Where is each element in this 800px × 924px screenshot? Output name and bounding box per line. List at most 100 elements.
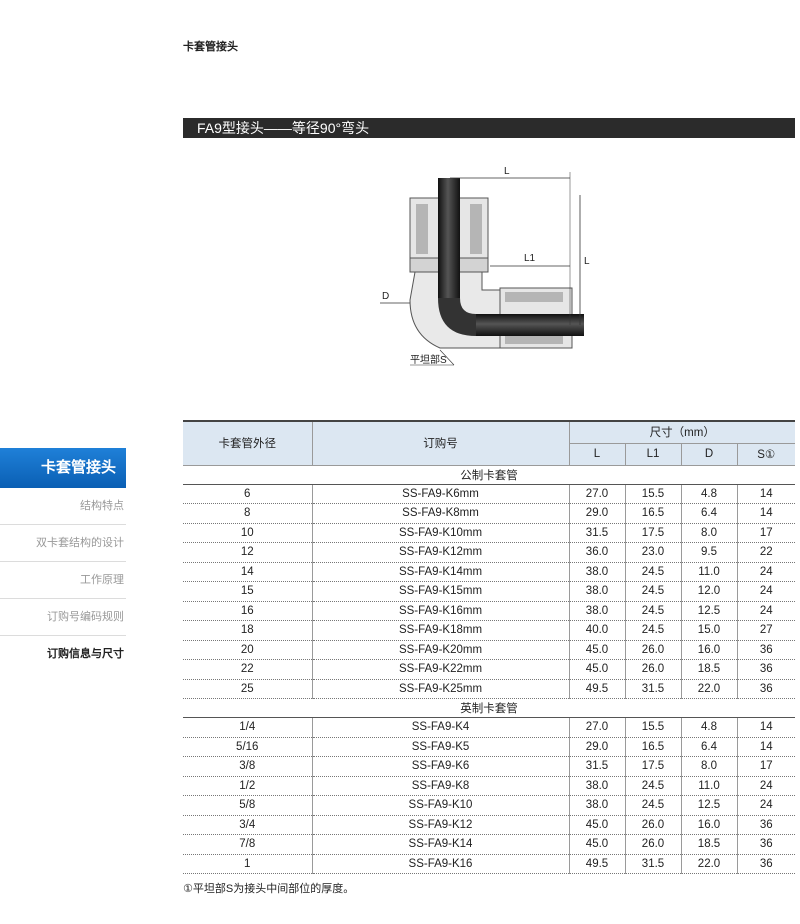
table-cell: 4.8 (680, 484, 737, 504)
table-row: 5/16 SS-FA9-K5 29.0 16.5 6.4 14 (183, 737, 795, 757)
table-cell: 26.0 (624, 659, 681, 680)
table-cell: 45.0 (568, 815, 625, 835)
table-cell: 25 (183, 679, 312, 699)
table-cell: 36 (736, 659, 795, 680)
table-cell: 16.5 (624, 503, 681, 524)
group-header-row: 公制卡套管 (183, 465, 795, 485)
table-cell: SS-FA9-K22mm (311, 659, 569, 680)
table-cell: 11.0 (680, 776, 737, 796)
table-cell: 24 (736, 562, 795, 582)
table-cell: 24 (736, 795, 795, 816)
table-cell: SS-FA9-K16 (311, 854, 569, 874)
header-D: D (680, 442, 738, 466)
table-cell: SS-FA9-K8 (311, 776, 569, 796)
table-cell: SS-FA9-K25mm (311, 679, 569, 699)
header-od: 卡套管外径 (183, 420, 313, 466)
table-cell: 12.0 (680, 581, 737, 602)
table-cell: 24.5 (624, 562, 681, 582)
table-cell: 8 (183, 503, 312, 524)
table-row: 18 SS-FA9-K18mm 40.0 24.5 15.0 27 (183, 620, 795, 641)
table-cell: 11.0 (680, 562, 737, 582)
table-cell: 49.5 (568, 854, 625, 874)
sidebar-item-ordering-info[interactable]: 订购信息与尺寸 (0, 636, 126, 673)
table-cell: 14 (736, 737, 795, 757)
table-row: 22 SS-FA9-K22mm 45.0 26.0 18.5 36 (183, 659, 795, 680)
table-cell: SS-FA9-K12 (311, 815, 569, 835)
table-cell: 18 (183, 620, 312, 641)
table-cell: 24.5 (624, 776, 681, 796)
horizontal-tube (476, 314, 584, 336)
table-cell: 31.5 (624, 854, 681, 874)
table-row: 16 SS-FA9-K16mm 38.0 24.5 12.5 24 (183, 601, 795, 621)
header-L: L (568, 442, 626, 466)
sidebar-active-item[interactable]: 卡套管接头 (0, 448, 126, 488)
group-header-row: 英制卡套管 (183, 698, 795, 718)
table-cell: 31.5 (624, 679, 681, 699)
sidebar-item-principle[interactable]: 工作原理 (0, 562, 126, 599)
table-row: 20 SS-FA9-K20mm 45.0 26.0 16.0 36 (183, 640, 795, 660)
table-cell: 6.4 (680, 737, 737, 757)
table-row: 1 SS-FA9-K16 49.5 31.5 22.0 36 (183, 854, 795, 874)
table-cell: 12.5 (680, 795, 737, 816)
table-row: 3/4 SS-FA9-K12 45.0 26.0 16.0 36 (183, 815, 795, 835)
table-cell: 6 (183, 484, 312, 504)
table-cell: 24 (736, 776, 795, 796)
table-cell: 26.0 (624, 834, 681, 855)
table-cell: 24.5 (624, 795, 681, 816)
spec-table: 卡套管外径 订购号 尺寸（mm） L L1 D S① 公制卡套管 6 SS-FA9-… (183, 420, 795, 874)
table-cell: 24 (736, 601, 795, 621)
table-cell: SS-FA9-K16mm (311, 601, 569, 621)
table-cell: 10 (183, 523, 312, 543)
table-cell: 17.5 (624, 523, 681, 543)
header-L1: L1 (624, 442, 682, 466)
table-cell: 15.5 (624, 484, 681, 504)
table-row: 1/4 SS-FA9-K4 27.0 15.5 4.8 14 (183, 717, 795, 738)
table-cell: 22.0 (680, 679, 737, 699)
elbow-fitting-diagram: L L L1 D 平坦部S (380, 166, 590, 366)
table-row: 7/8 SS-FA9-K14 45.0 26.0 18.5 36 (183, 834, 795, 855)
table-cell: 31.5 (568, 523, 625, 543)
table-cell: 17 (736, 756, 795, 777)
section-title: FA9型接头——等径90°弯头 (183, 118, 795, 138)
table-cell: 15 (183, 581, 312, 602)
table-cell: 36 (736, 640, 795, 660)
table-row: 8 SS-FA9-K8mm 29.0 16.5 6.4 14 (183, 503, 795, 524)
table-cell: 14 (183, 562, 312, 582)
table-cell: 27.0 (568, 717, 625, 738)
table-cell: 26.0 (624, 640, 681, 660)
table-cell: SS-FA9-K15mm (311, 581, 569, 602)
table-cell: 22.0 (680, 854, 737, 874)
table-cell: 38.0 (568, 776, 625, 796)
table-cell: SS-FA9-K20mm (311, 640, 569, 660)
table-body: 公制卡套管 6 SS-FA9-K6mm 27.0 15.5 4.8 14 8 SS-FA9-K8… (183, 465, 795, 874)
table-cell: 15.0 (680, 620, 737, 641)
table-cell: 14 (736, 717, 795, 738)
table-cell: 1 (183, 854, 312, 874)
table-cell: 17.5 (624, 756, 681, 777)
sidebar-item-features[interactable]: 结构特点 (0, 488, 126, 525)
table-cell: 24.5 (624, 601, 681, 621)
table-cell: 36 (736, 854, 795, 874)
table-cell: 45.0 (568, 834, 625, 855)
table-cell: SS-FA9-K5 (311, 737, 569, 757)
table-cell: SS-FA9-K14 (311, 834, 569, 855)
table-cell: SS-FA9-K10mm (311, 523, 569, 543)
table-cell: 4.8 (680, 717, 737, 738)
vertical-tube (438, 178, 460, 298)
table-cell: SS-FA9-K8mm (311, 503, 569, 524)
table-cell: 45.0 (568, 659, 625, 680)
table-cell: 29.0 (568, 737, 625, 757)
sidebar-item-double-ferrule[interactable]: 双卡套结构的设计 (0, 525, 126, 562)
table-cell: 18.5 (680, 659, 737, 680)
table-cell: 15.5 (624, 717, 681, 738)
table-cell: 12 (183, 542, 312, 563)
table-cell: 20 (183, 640, 312, 660)
sidebar-item-coding-rules[interactable]: 订购号编码规则 (0, 599, 126, 636)
table-cell: 24 (736, 581, 795, 602)
table-cell: 38.0 (568, 601, 625, 621)
table-row: 6 SS-FA9-K6mm 27.0 15.5 4.8 14 (183, 484, 795, 504)
table-cell: 31.5 (568, 756, 625, 777)
table-cell: 26.0 (624, 815, 681, 835)
table-cell: SS-FA9-K6 (311, 756, 569, 777)
table-row: 5/8 SS-FA9-K10 38.0 24.5 12.5 24 (183, 795, 795, 816)
